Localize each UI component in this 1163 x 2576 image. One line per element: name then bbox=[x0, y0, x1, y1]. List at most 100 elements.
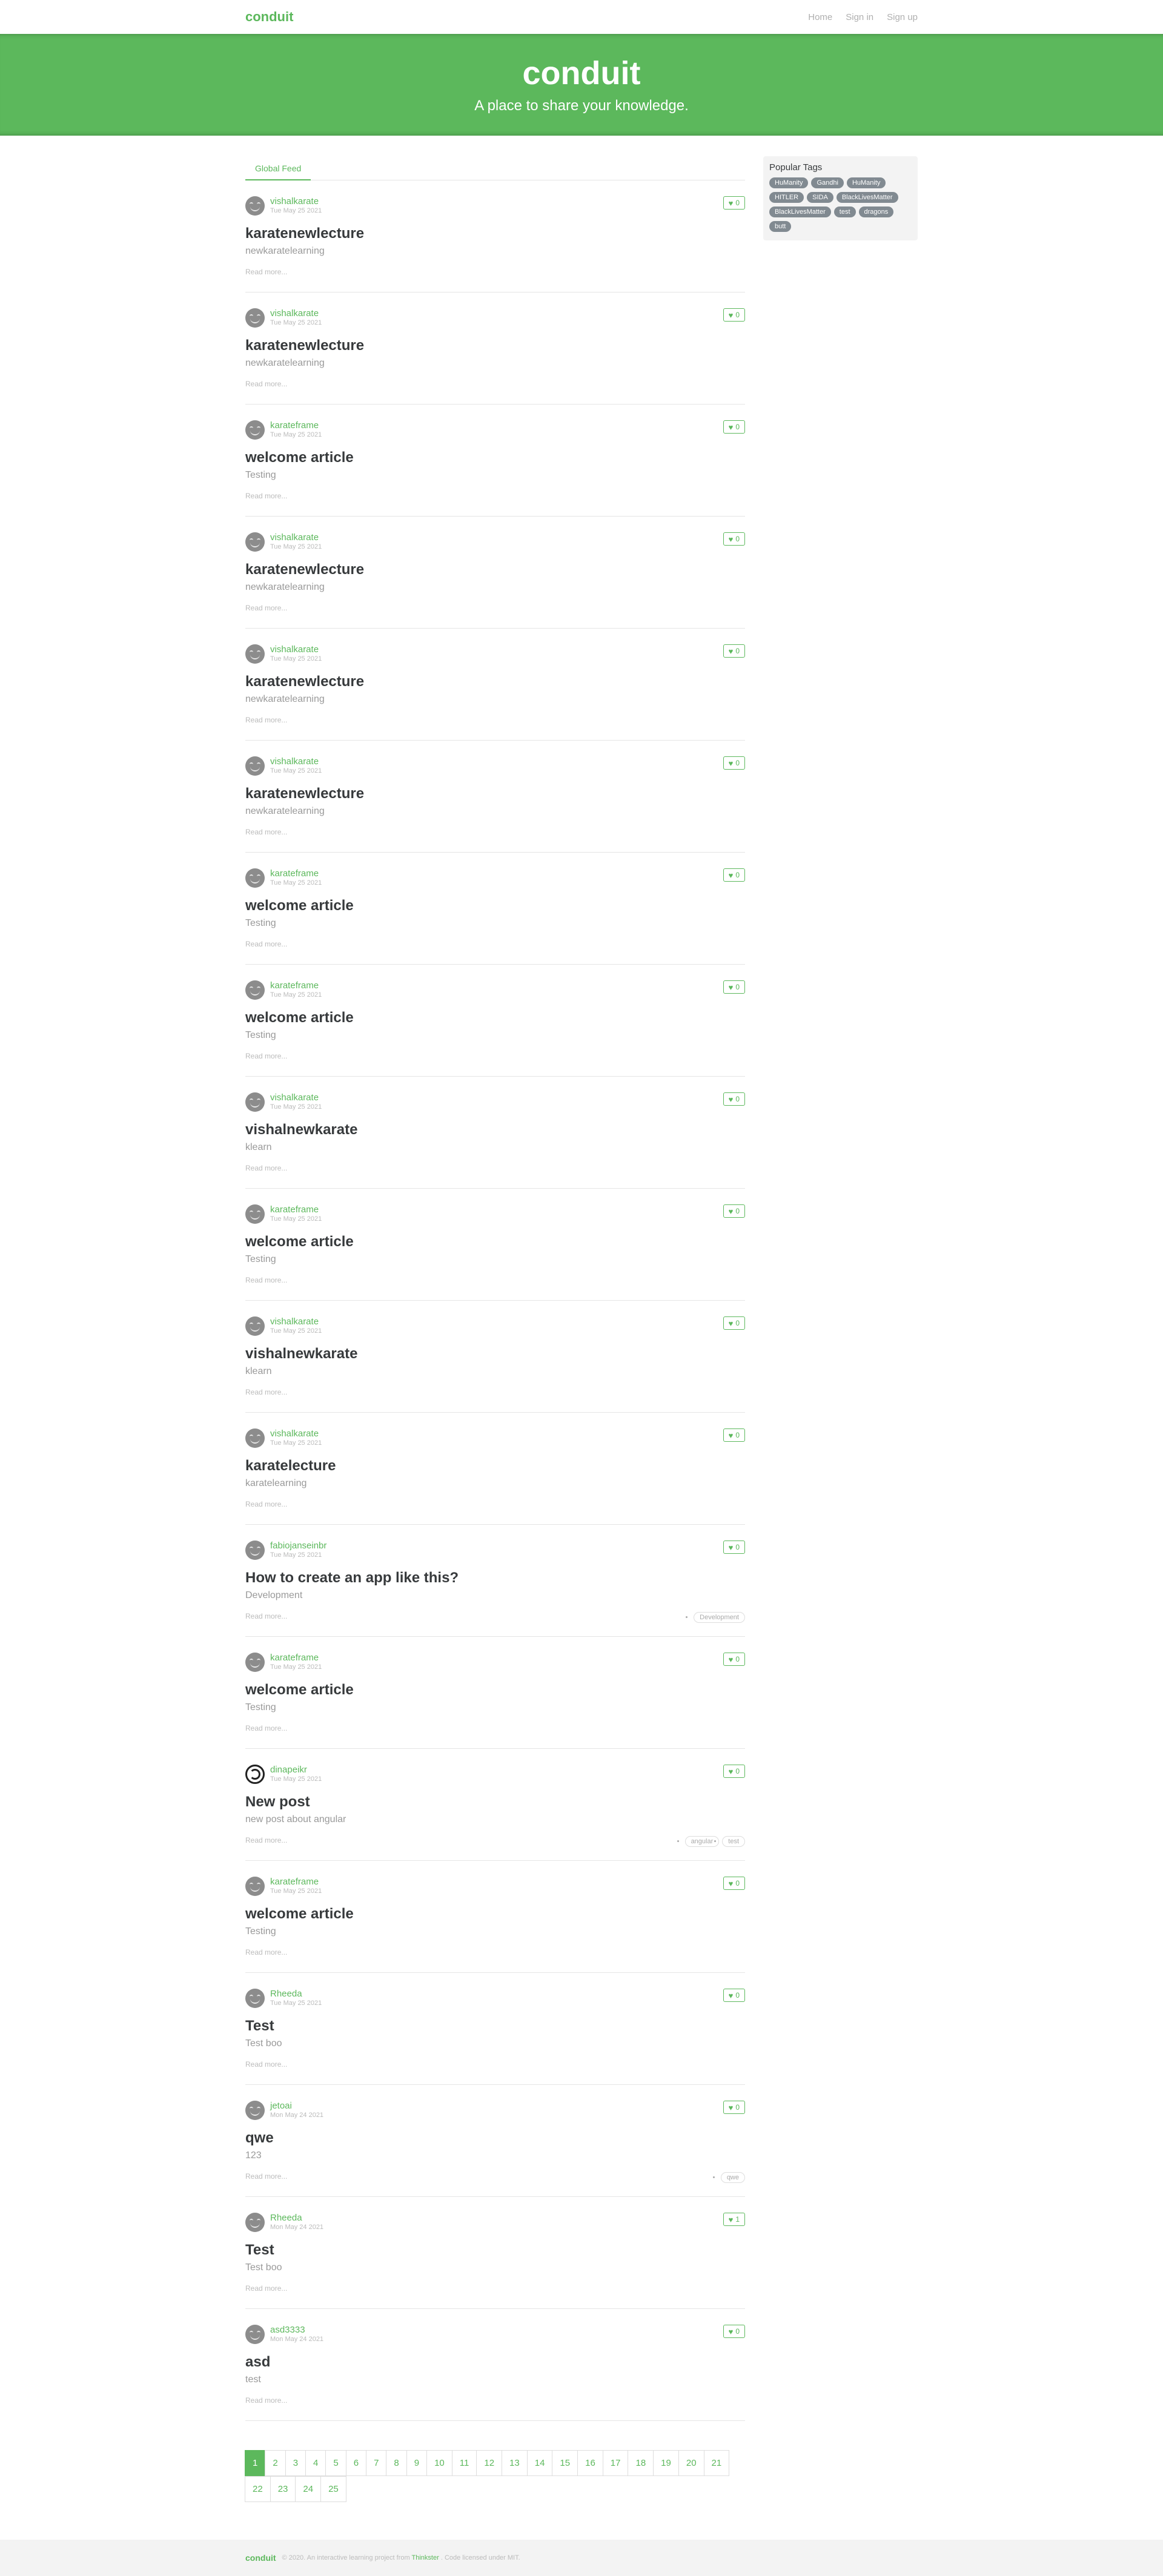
read-more-link[interactable]: Read more... bbox=[245, 940, 287, 948]
favorite-button[interactable]: ♥ 0 bbox=[723, 1541, 745, 1554]
author-avatar[interactable] bbox=[245, 2101, 265, 2120]
article-link[interactable]: asd test bbox=[245, 2354, 745, 2385]
popular-tag[interactable]: Gandhi bbox=[811, 177, 844, 188]
article-link[interactable]: vishalnewkarate klearn bbox=[245, 1121, 745, 1153]
favorite-button[interactable]: ♥ 0 bbox=[723, 196, 745, 210]
read-more-link[interactable]: Read more... bbox=[245, 268, 287, 276]
favorite-button[interactable]: ♥ 0 bbox=[723, 1316, 745, 1330]
author-link[interactable]: fabiojanseinbr bbox=[270, 1541, 326, 1551]
read-more-link[interactable]: Read more... bbox=[245, 380, 287, 388]
favorite-button[interactable]: ♥ 0 bbox=[723, 308, 745, 322]
favorite-button[interactable]: ♥ 0 bbox=[723, 2325, 745, 2338]
article-link[interactable]: welcome article Testing bbox=[245, 1906, 745, 1937]
author-link[interactable]: vishalkarate bbox=[270, 1093, 322, 1103]
read-more-link[interactable]: Read more... bbox=[245, 1724, 287, 1732]
popular-tag[interactable]: HuManity bbox=[769, 177, 809, 188]
popular-tag[interactable]: SIDA bbox=[807, 192, 833, 203]
author-link[interactable]: asd3333 bbox=[270, 2325, 323, 2335]
author-link[interactable]: karateframe bbox=[270, 1205, 322, 1215]
read-more-link[interactable]: Read more... bbox=[245, 1276, 287, 1284]
page-link[interactable]: 21 bbox=[703, 2450, 730, 2476]
read-more-link[interactable]: Read more... bbox=[245, 2284, 287, 2293]
favorite-button[interactable]: ♥ 0 bbox=[723, 420, 745, 434]
article-link[interactable]: vishalnewkarate klearn bbox=[245, 1346, 745, 1377]
read-more-link[interactable]: Read more... bbox=[245, 1388, 287, 1396]
page-link[interactable]: 17 bbox=[602, 2450, 629, 2476]
favorite-button[interactable]: ♥ 0 bbox=[723, 2101, 745, 2114]
page-link[interactable]: 14 bbox=[526, 2450, 553, 2476]
page-link[interactable]: 18 bbox=[628, 2450, 654, 2476]
author-link[interactable]: karateframe bbox=[270, 421, 322, 431]
page-link[interactable]: 2 bbox=[265, 2450, 286, 2476]
page-link[interactable]: 12 bbox=[476, 2450, 503, 2476]
favorite-button[interactable]: ♥ 0 bbox=[723, 1653, 745, 1666]
article-link[interactable]: welcome article Testing bbox=[245, 1009, 745, 1041]
author-avatar[interactable] bbox=[245, 1989, 265, 2008]
author-link[interactable]: vishalkarate bbox=[270, 645, 322, 655]
popular-tag[interactable]: test bbox=[833, 206, 856, 217]
article-link[interactable]: karatelecture karatelearning bbox=[245, 1458, 745, 1489]
footer-logo-link[interactable]: conduit bbox=[245, 2553, 276, 2563]
author-avatar[interactable] bbox=[245, 644, 265, 664]
favorite-button[interactable]: ♥ 0 bbox=[723, 1989, 745, 2002]
page-link[interactable]: 19 bbox=[653, 2450, 679, 2476]
author-link[interactable]: vishalkarate bbox=[270, 197, 322, 206]
page-link[interactable]: 8 bbox=[386, 2450, 407, 2476]
author-avatar[interactable] bbox=[245, 420, 265, 440]
author-avatar[interactable] bbox=[245, 1204, 265, 1224]
read-more-link[interactable]: Read more... bbox=[245, 1836, 287, 1844]
popular-tag[interactable]: butt bbox=[769, 221, 792, 232]
author-avatar[interactable] bbox=[245, 308, 265, 328]
author-avatar[interactable] bbox=[245, 1316, 265, 1336]
article-link[interactable]: How to create an app like this? Developme… bbox=[245, 1570, 745, 1601]
read-more-link[interactable]: Read more... bbox=[245, 716, 287, 724]
author-link[interactable]: vishalkarate bbox=[270, 1317, 322, 1327]
author-avatar[interactable] bbox=[245, 2213, 265, 2232]
navbar-brand-link[interactable]: conduit bbox=[245, 9, 293, 25]
page-link[interactable]: 7 bbox=[366, 2450, 387, 2476]
popular-tag[interactable]: BlackLivesMatter bbox=[769, 206, 831, 217]
read-more-link[interactable]: Read more... bbox=[245, 1612, 287, 1620]
author-avatar[interactable] bbox=[245, 1092, 265, 1112]
read-more-link[interactable]: Read more... bbox=[245, 2060, 287, 2069]
author-avatar[interactable] bbox=[245, 1428, 265, 1448]
nav-sign-up-link[interactable]: Sign up bbox=[887, 12, 918, 22]
article-link[interactable]: Test Test boo bbox=[245, 2242, 745, 2273]
author-avatar[interactable] bbox=[245, 2325, 265, 2344]
author-avatar[interactable] bbox=[245, 1765, 265, 1784]
author-link[interactable]: karateframe bbox=[270, 981, 322, 991]
author-link[interactable]: karateframe bbox=[270, 1653, 322, 1663]
read-more-link[interactable]: Read more... bbox=[245, 604, 287, 612]
author-avatar[interactable] bbox=[245, 868, 265, 888]
author-link[interactable]: karateframe bbox=[270, 869, 322, 879]
favorite-button[interactable]: ♥ 0 bbox=[723, 1877, 745, 1890]
author-link[interactable]: jetoai bbox=[270, 2101, 323, 2111]
page-link[interactable]: 3 bbox=[285, 2450, 306, 2476]
favorite-button[interactable]: ♥ 0 bbox=[723, 532, 745, 546]
read-more-link[interactable]: Read more... bbox=[245, 1164, 287, 1172]
page-link[interactable]: 13 bbox=[502, 2450, 528, 2476]
author-link[interactable]: Rheeda bbox=[270, 1989, 322, 1999]
page-link[interactable]: 25 bbox=[320, 2476, 346, 2502]
page-link[interactable]: 24 bbox=[295, 2476, 322, 2502]
article-link[interactable]: welcome article Testing bbox=[245, 449, 745, 481]
favorite-button[interactable]: ♥ 0 bbox=[723, 980, 745, 994]
article-link[interactable]: Test Test boo bbox=[245, 2018, 745, 2049]
favorite-button[interactable]: ♥ 1 bbox=[723, 2213, 745, 2226]
read-more-link[interactable]: Read more... bbox=[245, 2172, 287, 2181]
article-link[interactable]: qwe 123 bbox=[245, 2130, 745, 2161]
author-avatar[interactable] bbox=[245, 196, 265, 216]
read-more-link[interactable]: Read more... bbox=[245, 828, 287, 836]
author-avatar[interactable] bbox=[245, 1653, 265, 1672]
popular-tag[interactable]: dragons bbox=[858, 206, 894, 217]
popular-tag[interactable]: HITLER bbox=[769, 192, 804, 203]
tab-global-feed[interactable]: Global Feed bbox=[245, 159, 311, 180]
page-link[interactable]: 10 bbox=[426, 2450, 452, 2476]
page-link[interactable]: 9 bbox=[406, 2450, 428, 2476]
author-link[interactable]: Rheeda bbox=[270, 2213, 323, 2223]
read-more-link[interactable]: Read more... bbox=[245, 1948, 287, 1957]
popular-tag[interactable]: BlackLivesMatter bbox=[836, 192, 898, 203]
page-link[interactable]: 22 bbox=[245, 2476, 271, 2502]
article-link[interactable]: karatenewlecture newkaratelearning bbox=[245, 337, 745, 369]
page-link[interactable]: 1 bbox=[245, 2450, 266, 2476]
